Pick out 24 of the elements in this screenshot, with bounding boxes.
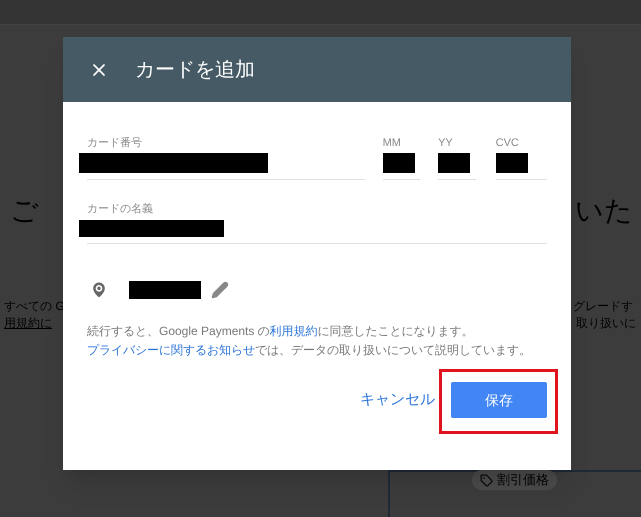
background-text: 取り扱いに	[576, 315, 636, 332]
privacy-link[interactable]: プライバシーに関するお知らせ	[87, 343, 255, 357]
redacted-value	[496, 153, 528, 173]
tag-icon	[480, 474, 493, 486]
terms-link[interactable]: 利用規約	[270, 324, 318, 338]
cancel-button[interactable]: キャンセル	[360, 388, 435, 412]
discount-tag: 割引価格	[472, 470, 557, 490]
input-field[interactable]: カード番号	[87, 136, 365, 180]
pencil-icon	[211, 281, 229, 299]
background-text: グレードす	[573, 298, 633, 315]
dialog-title: カードを追加	[135, 58, 255, 82]
background-text: いた	[575, 194, 633, 228]
input-field[interactable]: カードの名義	[87, 202, 547, 244]
edit-button[interactable]	[211, 281, 229, 299]
background-text: 用規約に	[4, 315, 52, 332]
redacted-value	[382, 153, 415, 173]
terms-notice: 続行すると、Google Payments の利用規約に同意したことになります。 プライバシーに関するお知らせでは、データの取り扱いについて説明しています。	[87, 323, 532, 359]
save-button[interactable]: 保存	[451, 382, 547, 418]
redacted-value	[438, 153, 470, 173]
input-field[interactable]: CVC	[496, 136, 547, 180]
input-field[interactable]: MM	[382, 136, 420, 180]
background-text: ご	[10, 194, 39, 228]
input-field[interactable]: YY	[438, 136, 476, 180]
redacted-value	[129, 281, 201, 299]
